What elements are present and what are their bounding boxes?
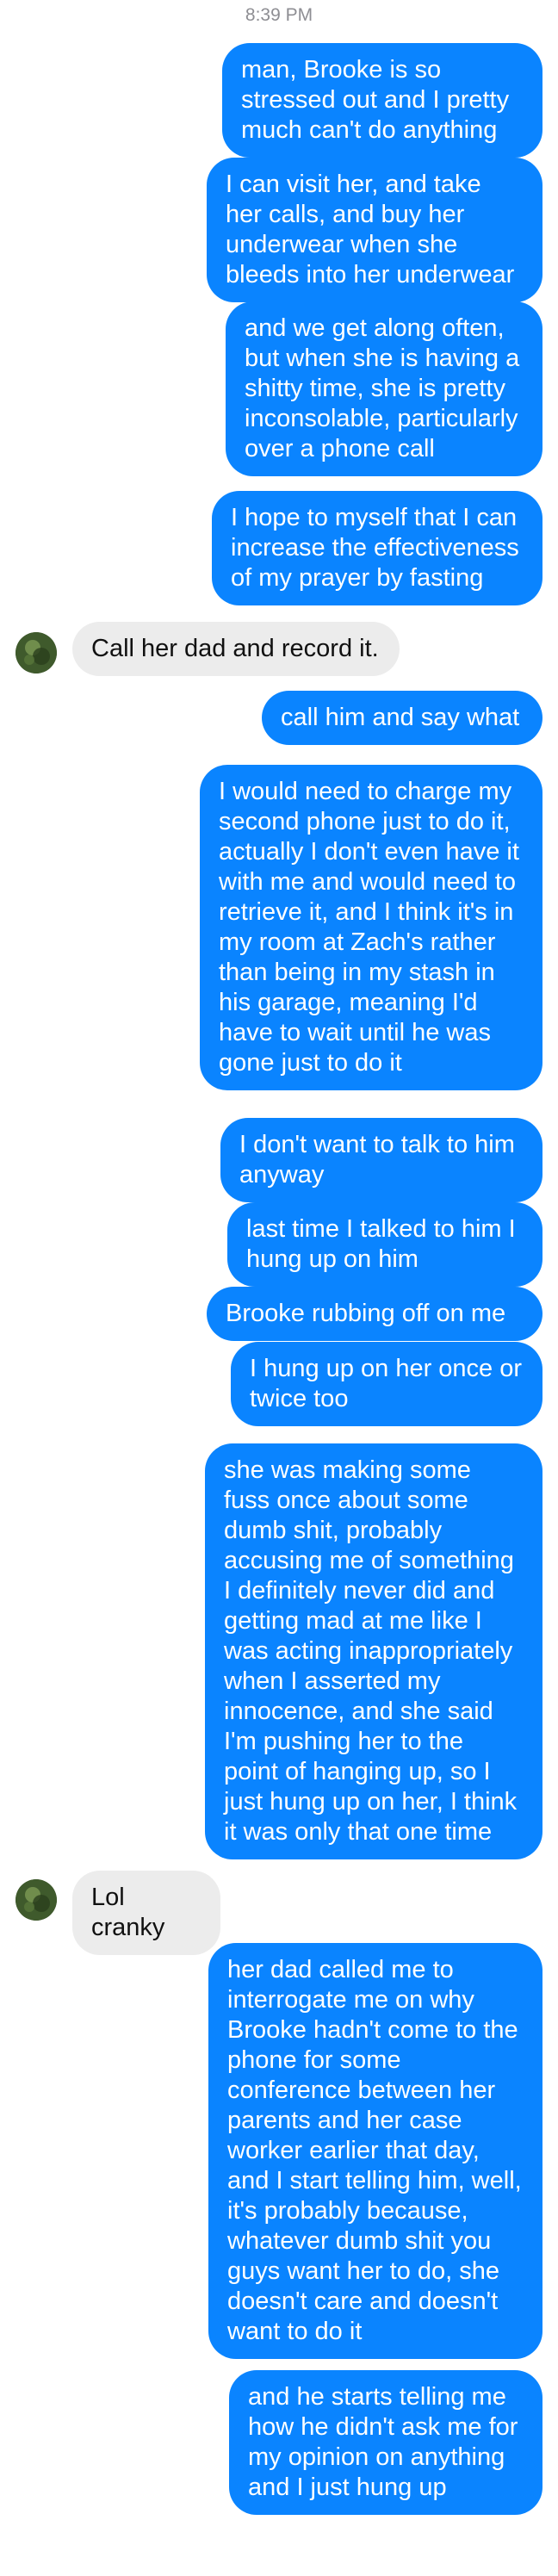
outgoing-message[interactable]: she was making some fuss once about some… — [205, 1443, 542, 1859]
contact-avatar-icon[interactable] — [16, 1879, 57, 1921]
outgoing-message[interactable]: last time I talked to him I hung up on h… — [227, 1202, 542, 1287]
incoming-message[interactable]: Call her dad and record it. — [72, 622, 400, 676]
incoming-message[interactable]: Lol cranky — [72, 1871, 220, 1955]
outgoing-message[interactable]: man, Brooke is so stressed out and I pre… — [222, 43, 542, 158]
outgoing-message[interactable]: and we get along often, but when she is … — [226, 301, 542, 476]
outgoing-message[interactable]: Brooke rubbing off on me — [207, 1287, 542, 1341]
outgoing-message[interactable]: I don't want to talk to him anyway — [220, 1118, 542, 1202]
outgoing-message[interactable]: I can visit her, and take her calls, and… — [207, 158, 542, 302]
contact-avatar-icon[interactable] — [16, 632, 57, 673]
outgoing-message[interactable]: and he starts telling me how he didn't a… — [229, 2370, 542, 2515]
outgoing-message[interactable]: I hung up on her once or twice too — [231, 1342, 542, 1426]
outgoing-message[interactable]: I hope to myself that I can increase the… — [212, 491, 542, 605]
message-timestamp: 8:39 PM — [245, 5, 313, 25]
outgoing-message[interactable]: call him and say what — [262, 691, 542, 745]
outgoing-message[interactable]: I would need to charge my second phone j… — [200, 765, 542, 1090]
outgoing-message[interactable]: her dad called me to interrogate me on w… — [208, 1943, 542, 2359]
